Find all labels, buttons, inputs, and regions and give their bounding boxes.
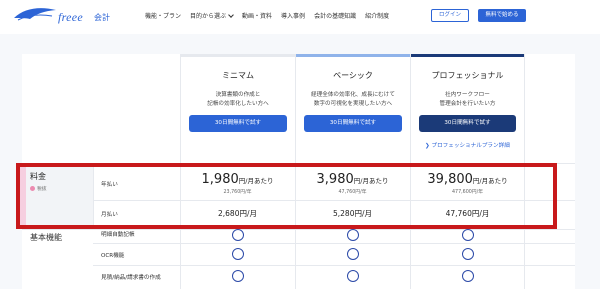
feature-available-icon [232,229,244,241]
plan-name: ミニマム [222,71,254,80]
row-divider [93,200,575,201]
highlight-pink-accent [18,165,26,229]
annual-yearly-total: 477,600円/年 [451,190,484,195]
tax-note-label: 税抜 [37,187,47,192]
plan-name: プロフェッショナル [431,71,504,80]
feature-available-icon [347,229,359,241]
feature-available-icon [347,248,359,260]
feature-available-icon [232,248,244,260]
monthly-price-basic: 5,280円/月 [333,209,372,218]
tax-note: 税抜 [30,185,47,192]
basic-features-title: 基本機能 [30,233,62,242]
plan-bar-professional [411,54,524,57]
annual-price-value: 1,980 [201,172,239,187]
feature-available-icon [347,270,359,282]
annual-price-value: 3,980 [316,172,354,187]
annual-price-unit: 円/月あたり [472,177,508,185]
trial-button-basic[interactable]: 30日間無料で試す [304,115,402,132]
annual-label: 年払い [101,182,118,188]
plan-bar-minimum [181,54,295,57]
plan-desc-line: 管理会計を行いたい方 [439,101,496,107]
nav-by-purpose-label: 目的から選ぶ [190,13,227,20]
plan-description: 経理全体の効率化、成長にむけて 数字の可視化を実現したい方へ [302,91,404,109]
feature-label-ocr: OCR機能 [101,253,125,259]
pricing-sub-cell [93,163,180,229]
tax-dot-icon [30,186,35,191]
row-divider [22,163,575,164]
annual-yearly-total: 23,760円/年 [223,190,252,195]
nav-features-plans[interactable]: 機能・プラン [145,11,181,20]
main-nav: 機能・プラン 目的から選ぶ 動画・資料 導入事例 会計の基礎知識 紹介制度 [145,11,389,20]
plan-desc-line: 決算書類の作成と [215,92,261,98]
monthly-price-minimum: 2,680円/月 [218,209,257,218]
monthly-label: 月払い [101,212,118,218]
feature-available-icon [462,229,474,241]
annual-price-line: 1,980円/月あたり [180,172,295,187]
annual-price-basic: 3,980円/月あたり 47,760円/年 [295,172,410,195]
annual-price-line: 3,980円/月あたり [295,172,410,187]
row-divider [93,265,575,266]
chevron-right-icon: ❯ [425,143,430,149]
trial-button-professional[interactable]: 30日間無料で試す [419,115,516,132]
annual-price-value: 39,800 [427,172,473,187]
login-button[interactable]: ログイン [431,9,469,22]
plan-desc-line: 社内ワークフロー [445,92,490,98]
pricing-group-title: 料金 [30,172,46,181]
nav-by-purpose[interactable]: 目的から選ぶ [190,11,234,20]
logo-subtitle: 会計 [94,13,110,22]
site-header: freee 会計 機能・プラン 目的から選ぶ 動画・資料 導入事例 会計の基礎知… [0,0,600,34]
plan-description: 決算書類の作成と 記帳の効率化したい方へ [187,91,289,109]
plan-name: ベーシック [333,71,373,80]
feature-label-auto-booking: 明細自動記帳 [101,232,135,238]
feature-available-icon [462,270,474,282]
plan-desc-line: 記帳の効率化したい方へ [207,101,269,107]
plan-description: 社内ワークフロー 管理会計を行いたい方 [417,91,518,109]
professional-detail-link[interactable]: ❯ プロフェッショナルプラン詳細 [425,141,510,149]
monthly-price-professional: 47,760円/月 [445,209,490,218]
feature-available-icon [232,270,244,282]
nav-videos-docs[interactable]: 動画・資料 [242,11,272,20]
annual-price-line: 39,800円/月あたり [410,172,525,187]
freee-logo[interactable]: freee 会計 [10,4,110,26]
row-divider [93,243,575,244]
annual-yearly-total: 47,760円/年 [338,190,367,195]
plan-bar-basic [296,54,410,57]
annual-price-professional: 39,800円/月あたり 477,600円/年 [410,172,525,195]
plan-desc-line: 数字の可視化を実現したい方へ [313,101,393,107]
annual-price-unit: 円/月あたり [353,177,389,185]
annual-price-minimum: 1,980円/月あたり 23,760円/年 [180,172,295,195]
chevron-down-icon [228,12,234,18]
logo-wordmark: freee [58,10,84,24]
plan-desc-line: 経理全体の効率化、成長にむけて [311,92,395,98]
professional-detail-label: プロフェッショナルプラン詳細 [431,143,510,149]
free-start-button[interactable]: 無料で始める [478,9,526,22]
nav-accounting-basics[interactable]: 会計の基礎知識 [314,11,356,20]
feature-available-icon [462,248,474,260]
annual-price-unit: 円/月あたり [238,177,274,185]
nav-referral[interactable]: 紹介制度 [365,11,389,20]
feature-label-invoice: 見積/納品/請求書の作成 [101,275,161,281]
trial-button-minimum[interactable]: 30日間無料で試す [189,115,287,132]
nav-case-studies[interactable]: 導入事例 [281,11,305,20]
